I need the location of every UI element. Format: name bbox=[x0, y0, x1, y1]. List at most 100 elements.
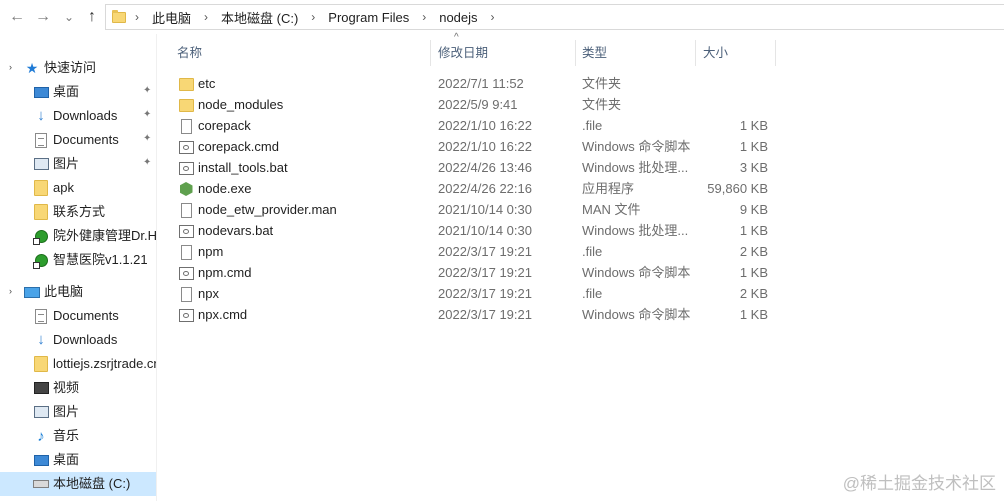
file-type: .file bbox=[582, 286, 603, 301]
sidebar-item-label: Documents bbox=[53, 308, 119, 323]
pin-icon[interactable]: ✦ bbox=[143, 133, 151, 144]
breadcrumb-separator-icon[interactable]: › bbox=[482, 10, 504, 24]
breadcrumb-separator-icon[interactable]: › bbox=[413, 10, 435, 24]
forward-arrow-icon[interactable]: → bbox=[34, 7, 52, 27]
expand-chevron-icon[interactable]: › bbox=[9, 286, 12, 296]
sidebar-this-pc[interactable]: › 此电脑 bbox=[0, 280, 156, 304]
file-size: 3 KB bbox=[739, 160, 768, 175]
file-row[interactable]: npm.cmd 2022/3/17 19:21 Windows 命令脚本 1 K… bbox=[157, 262, 1004, 283]
file-row[interactable]: corepack 2022/1/10 16:22 .file 1 KB bbox=[157, 115, 1004, 136]
column-header-row: ^ 名称 修改日期 类型 大小 bbox=[157, 32, 1004, 72]
breadcrumb-local-disk[interactable]: 本地磁盘 (C:) bbox=[217, 4, 302, 30]
column-resize-handle[interactable] bbox=[695, 40, 696, 66]
breadcrumb-nodejs[interactable]: nodejs bbox=[435, 4, 481, 30]
sidebar-item-pc-downloads[interactable]: ↓ Downloads bbox=[0, 328, 156, 352]
sidebar-item-health-management[interactable]: 院外健康管理Dr.Hi bbox=[0, 224, 156, 248]
video-icon bbox=[33, 380, 49, 396]
breadcrumb-separator-icon[interactable]: › bbox=[195, 10, 217, 24]
file-name: node.exe bbox=[198, 181, 252, 196]
sidebar-item-local-disk[interactable]: 本地磁盘 (C:) bbox=[0, 472, 156, 496]
sidebar-item-music[interactable]: ♪ 音乐 bbox=[0, 424, 156, 448]
sidebar-item-pc-desktop[interactable]: 桌面 bbox=[0, 448, 156, 472]
file-date: 2022/4/26 13:46 bbox=[438, 160, 532, 175]
sidebar-item-desktop[interactable]: 桌面 ✦ bbox=[0, 80, 156, 104]
sidebar-item-pictures[interactable]: 图片 ✦ bbox=[0, 152, 156, 176]
sidebar-item-lottiejs[interactable]: lottiejs.zsrjtrade.cn bbox=[0, 352, 156, 376]
sidebar-quick-access[interactable]: › ★ 快速访问 bbox=[0, 56, 156, 80]
pin-icon[interactable]: ✦ bbox=[143, 85, 151, 96]
sidebar-item-contacts[interactable]: 联系方式 bbox=[0, 200, 156, 224]
file-row[interactable]: corepack.cmd 2022/1/10 16:22 Windows 命令脚… bbox=[157, 136, 1004, 157]
pictures-icon bbox=[33, 404, 49, 420]
column-header-size[interactable]: 大小 bbox=[703, 34, 728, 72]
column-header-name[interactable]: 名称 bbox=[177, 34, 202, 72]
file-icon bbox=[178, 118, 194, 134]
sidebar-item-apk[interactable]: apk bbox=[0, 176, 156, 200]
music-icon: ♪ bbox=[37, 427, 45, 445]
sidebar-item-label: 院外健康管理Dr.Hi bbox=[53, 228, 156, 243]
breadcrumb-separator-icon[interactable]: › bbox=[126, 10, 148, 24]
file-row[interactable]: npx 2022/3/17 19:21 .file 2 KB bbox=[157, 283, 1004, 304]
sidebar-item-label: 桌面 bbox=[53, 84, 80, 99]
file-size: 9 KB bbox=[739, 202, 768, 217]
sidebar-item-videos[interactable]: 视频 bbox=[0, 376, 156, 400]
folder-icon bbox=[33, 204, 49, 220]
sidebar-item-pc-pictures[interactable]: 图片 bbox=[0, 400, 156, 424]
document-icon bbox=[33, 308, 49, 324]
folder-icon bbox=[178, 76, 194, 92]
up-arrow-icon[interactable]: ↑ bbox=[83, 7, 101, 27]
column-resize-handle[interactable] bbox=[575, 40, 576, 66]
column-header-date[interactable]: 修改日期 bbox=[438, 34, 488, 72]
column-resize-handle[interactable] bbox=[775, 40, 776, 66]
sidebar-item-downloads[interactable]: ↓ Downloads ✦ bbox=[0, 104, 156, 128]
file-icon bbox=[178, 286, 194, 302]
desktop-icon bbox=[33, 452, 49, 468]
sidebar-item-label: 快速访问 bbox=[44, 60, 97, 75]
column-header-type[interactable]: 类型 bbox=[582, 34, 607, 72]
star-icon: ★ bbox=[25, 59, 39, 76]
file-date: 2022/1/10 16:22 bbox=[438, 139, 532, 154]
file-row[interactable]: nodevars.bat 2021/10/14 0:30 Windows 批处理… bbox=[157, 220, 1004, 241]
file-row[interactable]: npm 2022/3/17 19:21 .file 2 KB bbox=[157, 241, 1004, 262]
file-name: corepack.cmd bbox=[198, 139, 279, 154]
file-row[interactable]: etc 2022/7/1 11:52 文件夹 bbox=[157, 73, 1004, 94]
sidebar-item-label: 智慧医院v1.1.21 bbox=[53, 252, 148, 267]
back-arrow-icon[interactable]: ← bbox=[8, 7, 26, 27]
file-type: .file bbox=[582, 118, 603, 133]
breadcrumb-separator-icon[interactable]: › bbox=[302, 10, 324, 24]
sidebar-item-documents[interactable]: Documents ✦ bbox=[0, 128, 156, 152]
file-row[interactable]: npx.cmd 2022/3/17 19:21 Windows 命令脚本 1 K… bbox=[157, 304, 1004, 325]
expand-chevron-icon[interactable]: › bbox=[9, 62, 12, 72]
folder-icon bbox=[112, 9, 126, 23]
file-name: etc bbox=[198, 76, 216, 91]
pin-icon[interactable]: ✦ bbox=[143, 109, 151, 120]
file-row[interactable]: node_modules 2022/5/9 9:41 文件夹 bbox=[157, 94, 1004, 115]
file-date: 2021/10/14 0:30 bbox=[438, 202, 532, 217]
recent-locations-chevron-icon[interactable]: ⌄ bbox=[60, 7, 78, 27]
sidebar-item-label: Downloads bbox=[53, 332, 118, 347]
cmd-icon bbox=[178, 223, 194, 239]
pin-icon[interactable]: ✦ bbox=[143, 157, 151, 168]
sidebar-item-pc-documents[interactable]: Documents bbox=[0, 304, 156, 328]
pictures-icon bbox=[33, 156, 49, 172]
file-row[interactable]: node.exe 2022/4/26 22:16 应用程序 59,860 KB bbox=[157, 178, 1004, 199]
computer-icon bbox=[24, 284, 40, 300]
cmd-icon bbox=[178, 160, 194, 176]
file-row[interactable]: install_tools.bat 2022/4/26 13:46 Window… bbox=[157, 157, 1004, 178]
download-icon: ↓ bbox=[37, 107, 45, 124]
breadcrumb-this-pc[interactable]: 此电脑 bbox=[148, 4, 195, 30]
file-date: 2022/1/10 16:22 bbox=[438, 118, 532, 133]
address-bar[interactable]: › 此电脑 › 本地磁盘 (C:) › Program Files › node… bbox=[105, 4, 1004, 30]
folder-icon bbox=[33, 356, 49, 372]
column-resize-handle[interactable] bbox=[430, 40, 431, 66]
document-icon bbox=[33, 132, 49, 148]
sidebar-item-smart-hospital[interactable]: 智慧医院v1.1.21 bbox=[0, 248, 156, 272]
file-name: node_etw_provider.man bbox=[198, 202, 337, 217]
file-size: 1 KB bbox=[739, 223, 768, 238]
file-date: 2022/3/17 19:21 bbox=[438, 307, 532, 322]
navigation-pane: › ★ 快速访问 桌面 ✦ ↓ Downloads ✦ Documents ✦ … bbox=[0, 34, 156, 501]
file-row[interactable]: node_etw_provider.man 2021/10/14 0:30 MA… bbox=[157, 199, 1004, 220]
breadcrumb-program-files[interactable]: Program Files bbox=[324, 4, 413, 30]
file-name: npm bbox=[198, 244, 224, 259]
file-size: 1 KB bbox=[739, 139, 768, 154]
